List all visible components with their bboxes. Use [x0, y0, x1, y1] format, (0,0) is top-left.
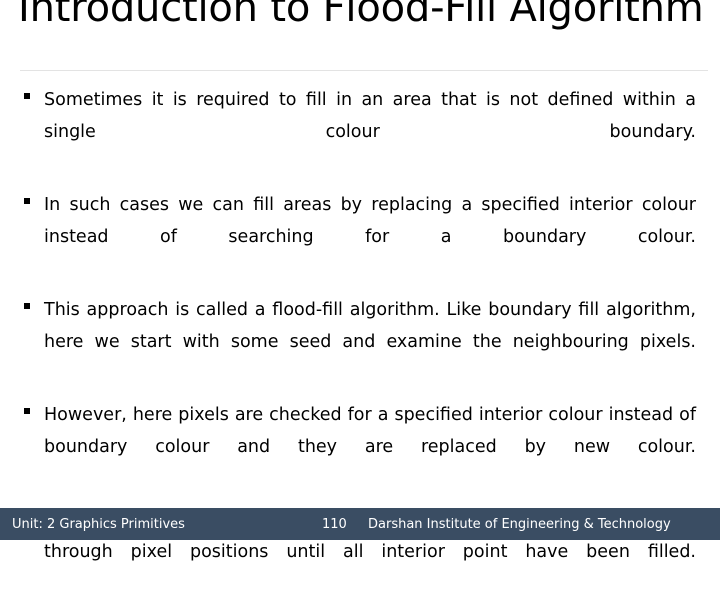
list-item-text: However, here pixels are checked for a s… — [44, 405, 696, 457]
list-item: In such cases we can fill areas by repla… — [24, 189, 696, 285]
footer-page-number: 110 — [322, 516, 347, 532]
footer-organization-label: Darshan Institute of Engineering & Techn… — [368, 516, 671, 532]
title-divider — [20, 70, 708, 71]
page-title: Introduction to Flood-Fill Algorithm — [18, 0, 704, 31]
slide-title-block: Introduction to Flood-Fill Algorithm — [18, 0, 708, 30]
square-bullet-icon — [24, 189, 44, 204]
slide-footer: Unit: 2 Graphics Primitives 110 Darshan … — [0, 508, 720, 540]
list-item: However, here pixels are checked for a s… — [24, 399, 696, 495]
presentation-slide: Introduction to Flood-Fill Algorithm Som… — [0, 0, 720, 562]
list-item-text: This approach is called a flood-fill alg… — [44, 300, 696, 352]
square-bullet-icon — [24, 84, 44, 99]
list-item-text: Sometimes it is required to fill in an a… — [44, 90, 696, 142]
list-item: Sometimes it is required to fill in an a… — [24, 84, 696, 180]
list-item: This approach is called a flood-fill alg… — [24, 294, 696, 390]
list-item-text: In such cases we can fill areas by repla… — [44, 195, 696, 247]
footer-unit-label: Unit: 2 Graphics Primitives — [12, 516, 185, 532]
square-bullet-icon — [24, 399, 44, 414]
square-bullet-icon — [24, 294, 44, 309]
